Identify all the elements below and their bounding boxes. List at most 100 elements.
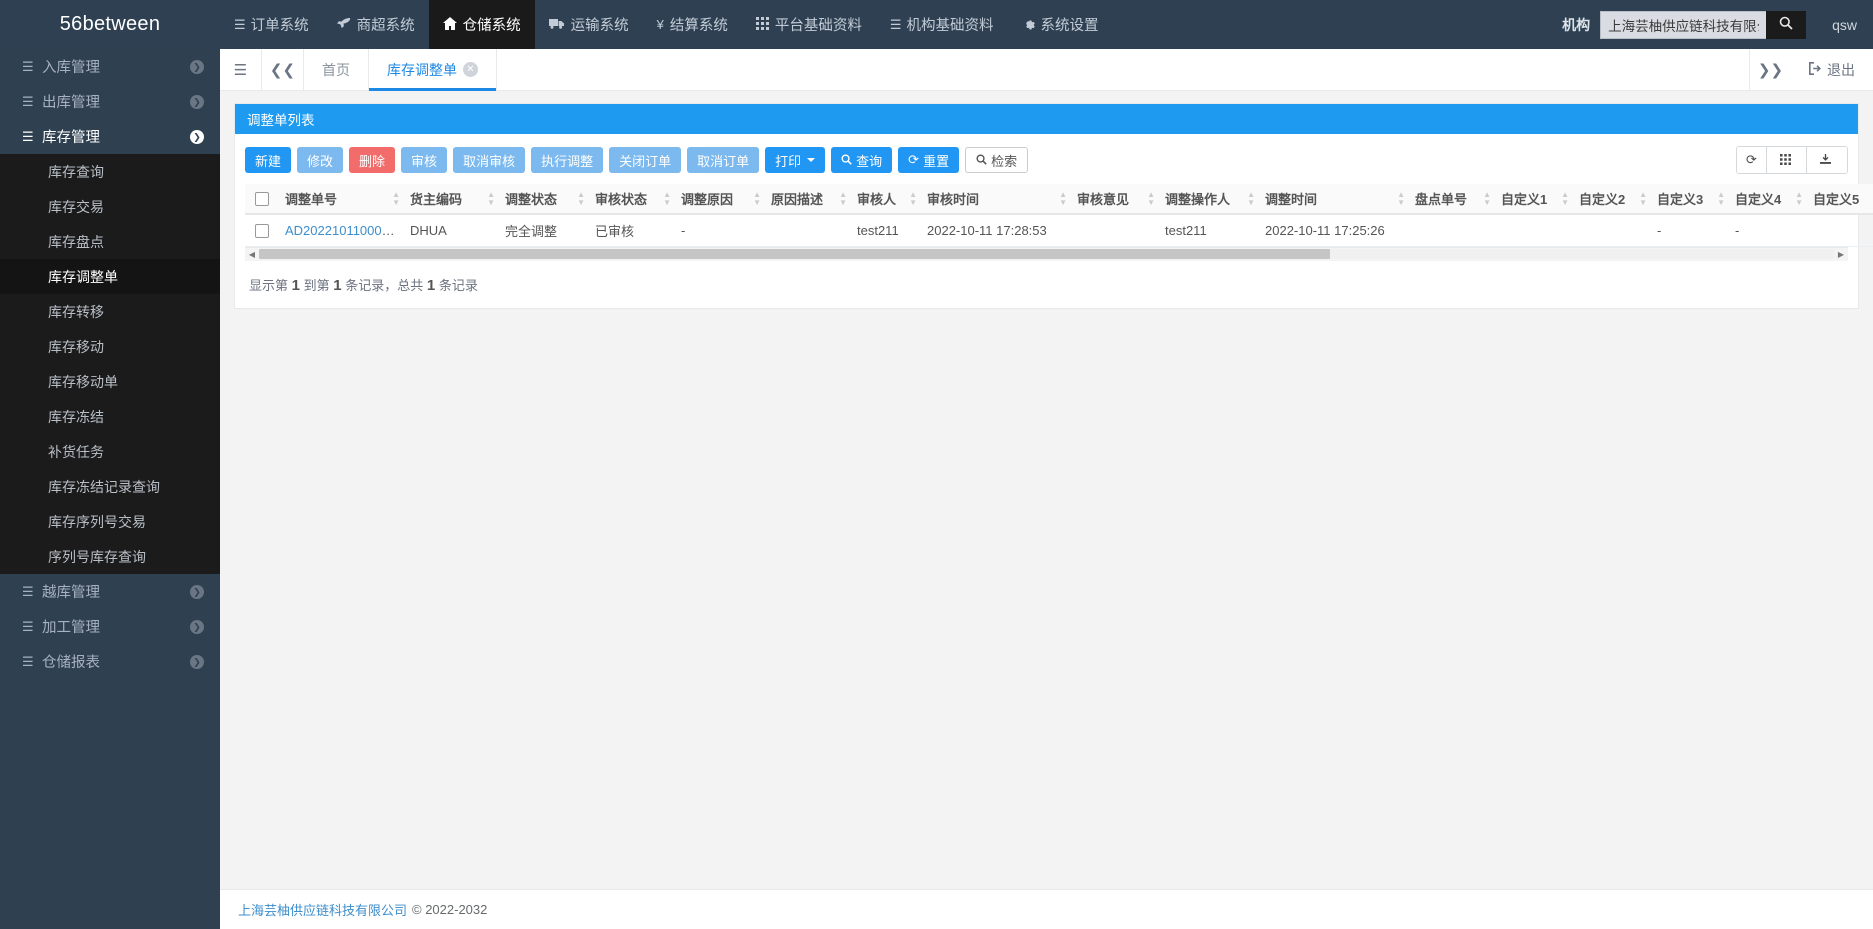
- cell-approver: test211: [851, 214, 921, 247]
- list-icon: ☰: [22, 128, 34, 144]
- table-horizontal-scrollbar[interactable]: ◀ ▶: [245, 246, 1848, 261]
- sidebar-subitem-replenishment-task[interactable]: 补货任务: [0, 434, 220, 469]
- sidebar-subitem-inventory-adjustment[interactable]: 库存调整单: [0, 259, 220, 294]
- export-button[interactable]: [1807, 147, 1847, 173]
- sidebar-subitem-serial-inventory-query[interactable]: 序列号库存查询: [0, 539, 220, 574]
- list-icon: ☰: [234, 17, 246, 32]
- cancel-approve-button[interactable]: 取消审核: [453, 147, 526, 173]
- sidebar-subitem-inventory-stocktake[interactable]: 库存盘点: [0, 224, 220, 259]
- retrieve-label: 检索: [991, 153, 1018, 169]
- sidebar-subitem-label: 序列号库存查询: [48, 548, 146, 565]
- cell-stocktake-no: [1409, 214, 1495, 247]
- tab-label: 首页: [322, 61, 350, 78]
- column-header-owner-code[interactable]: 货主编码 ▲ ▼: [404, 184, 499, 215]
- scrollbar-track[interactable]: [259, 249, 1834, 259]
- nav-item-org-basic-data[interactable]: ☰ 机构基础资料: [876, 0, 1008, 49]
- column-header-reason-description[interactable]: 原因描述 ▲ ▼: [765, 184, 851, 215]
- sidebar-toggle-button[interactable]: ☰: [220, 49, 262, 90]
- retrieve-button[interactable]: 检索: [965, 147, 1029, 173]
- gear-icon: [1022, 17, 1035, 32]
- column-header-custom1[interactable]: 自定义1 ▲ ▼: [1495, 184, 1573, 215]
- sidebar-item-warehouse-reports[interactable]: ☰ 仓储报表 ❯: [0, 644, 220, 679]
- column-header-adjustment-status[interactable]: 调整状态 ▲ ▼: [499, 184, 589, 215]
- adjustment-no-link[interactable]: AD20221011000001: [285, 223, 403, 238]
- grid-icon: [755, 17, 769, 32]
- org-search-input[interactable]: [1600, 10, 1767, 39]
- column-header-custom2[interactable]: 自定义2 ▲ ▼: [1573, 184, 1651, 215]
- nav-item-transport-system[interactable]: 运输系统: [535, 0, 643, 49]
- column-header-custom5[interactable]: 自定义5▲▼: [1807, 184, 1873, 215]
- logout-button[interactable]: 退出: [1791, 49, 1873, 90]
- tab-inventory-adjustment[interactable]: 库存调整单 ✕: [369, 49, 497, 91]
- sidebar-subitem-inventory-query[interactable]: 库存查询: [0, 154, 220, 189]
- execute-adjustment-button[interactable]: 执行调整: [531, 147, 604, 173]
- sidebar-subitem-inventory-freeze[interactable]: 库存冻结: [0, 399, 220, 434]
- query-button[interactable]: 查询: [831, 147, 893, 173]
- nav-label: 机构基础资料: [906, 18, 994, 34]
- rocket-icon: [336, 17, 351, 32]
- column-header-custom3[interactable]: 自定义3 ▲ ▼: [1651, 184, 1729, 215]
- new-button[interactable]: 新建: [245, 147, 292, 173]
- panel-header: 调整单列表: [235, 104, 1858, 134]
- sort-icon: ▲ ▼: [1247, 189, 1255, 207]
- nav-item-system-settings[interactable]: 系统设置: [1008, 0, 1113, 49]
- select-all-header: [245, 184, 279, 215]
- cancel-order-button[interactable]: 取消订单: [687, 147, 760, 173]
- sidebar-subitem-freeze-record-query[interactable]: 库存冻结记录查询: [0, 469, 220, 504]
- sidebar-item-inventory-management[interactable]: ☰ 库存管理 ❯: [0, 119, 220, 154]
- column-header-adjust-operator[interactable]: 调整操作人 ▲ ▼: [1159, 184, 1259, 215]
- sort-icon: ▲ ▼: [1059, 189, 1067, 207]
- reset-button[interactable]: ⟳ 重置: [898, 147, 960, 173]
- column-header-adjust-time[interactable]: 调整时间 ▲ ▼: [1259, 184, 1409, 215]
- sidebar-item-outbound-management[interactable]: ☰ 出库管理 ❯: [0, 84, 220, 119]
- nav-item-warehouse-system[interactable]: 仓储系统: [428, 0, 535, 49]
- approve-button[interactable]: 审核: [401, 147, 448, 173]
- sidebar-bottom-groups: ☰ 越库管理 ❯ ☰ 加工管理 ❯ ☰ 仓储报表 ❯: [0, 574, 220, 679]
- row-checkbox[interactable]: [255, 224, 269, 239]
- sidebar-item-processing-management[interactable]: ☰ 加工管理 ❯: [0, 609, 220, 644]
- column-header-approver[interactable]: 审核人 ▲ ▼: [851, 184, 921, 215]
- column-header-adjustment-reason[interactable]: 调整原因 ▲ ▼: [675, 184, 765, 215]
- print-dropdown-button[interactable]: 打印: [765, 147, 826, 173]
- sidebar-top-groups: ☰ 入库管理 ❯ ☰ 出库管理 ❯ ☰ 库存管理 ❯: [0, 49, 220, 154]
- column-header-stocktake-no[interactable]: 盘点单号 ▲ ▼: [1409, 184, 1495, 215]
- sidebar-subitem-inventory-move[interactable]: 库存移动: [0, 329, 220, 364]
- scroll-right-icon[interactable]: ▶: [1834, 250, 1848, 259]
- sidebar-subitem-serial-transaction[interactable]: 库存序列号交易: [0, 504, 220, 539]
- caret-down-icon: [807, 158, 816, 162]
- tabs-scroll-right-button[interactable]: ❯❯: [1749, 49, 1791, 90]
- close-icon[interactable]: ✕: [463, 62, 478, 77]
- close-order-button[interactable]: 关闭订单: [609, 147, 682, 173]
- sidebar-subitem-inventory-transaction[interactable]: 库存交易: [0, 189, 220, 224]
- brand-logo[interactable]: 56between: [0, 0, 220, 49]
- column-header-approval-comment[interactable]: 审核意见 ▲ ▼: [1071, 184, 1159, 215]
- print-label: 打印: [775, 153, 802, 169]
- org-search-button[interactable]: [1766, 10, 1807, 39]
- edit-button[interactable]: 修改: [297, 147, 344, 173]
- column-header-custom4[interactable]: 自定义4 ▲ ▼: [1729, 184, 1807, 215]
- tabs-scroll-left-button[interactable]: ❮❮: [262, 49, 304, 90]
- column-chooser-button[interactable]: [1767, 147, 1807, 173]
- sidebar-item-label: 入库管理: [42, 60, 100, 76]
- footer-company-link[interactable]: 上海芸柚供应链科技有限公司: [238, 900, 407, 919]
- refresh-grid-button[interactable]: ⟳: [1737, 147, 1767, 173]
- scroll-left-icon[interactable]: ◀: [245, 250, 259, 259]
- nav-item-platform-basic-data[interactable]: 平台基础资料: [742, 0, 876, 49]
- sidebar-subitem-inventory-move-order[interactable]: 库存移动单: [0, 364, 220, 399]
- table-row[interactable]: AD20221011000001 DHUA 完全调整 已审核 - test211…: [245, 214, 1873, 247]
- scrollbar-thumb[interactable]: [259, 249, 1330, 259]
- sidebar-subitem-inventory-transfer[interactable]: 库存转移: [0, 294, 220, 329]
- column-label: 自定义3: [1657, 192, 1704, 207]
- column-header-adjustment-no[interactable]: 调整单号 ▲ ▼: [279, 184, 404, 215]
- nav-item-order-system[interactable]: ☰ 订单系统: [220, 0, 323, 49]
- tab-home[interactable]: 首页: [304, 49, 369, 90]
- user-menu[interactable]: qsw: [1832, 17, 1857, 33]
- column-header-approval-time[interactable]: 审核时间 ▲ ▼: [921, 184, 1071, 215]
- delete-button[interactable]: 删除: [349, 147, 396, 173]
- sidebar-item-crossdock-management[interactable]: ☰ 越库管理 ❯: [0, 574, 220, 609]
- nav-item-supermarket-system[interactable]: 商超系统: [323, 0, 429, 49]
- nav-item-settlement-system[interactable]: ¥ 结算系统: [643, 0, 742, 49]
- sidebar-item-inbound-management[interactable]: ☰ 入库管理 ❯: [0, 49, 220, 84]
- select-all-checkbox[interactable]: [255, 192, 269, 207]
- column-header-approval-status[interactable]: 审核状态 ▲ ▼: [589, 184, 675, 215]
